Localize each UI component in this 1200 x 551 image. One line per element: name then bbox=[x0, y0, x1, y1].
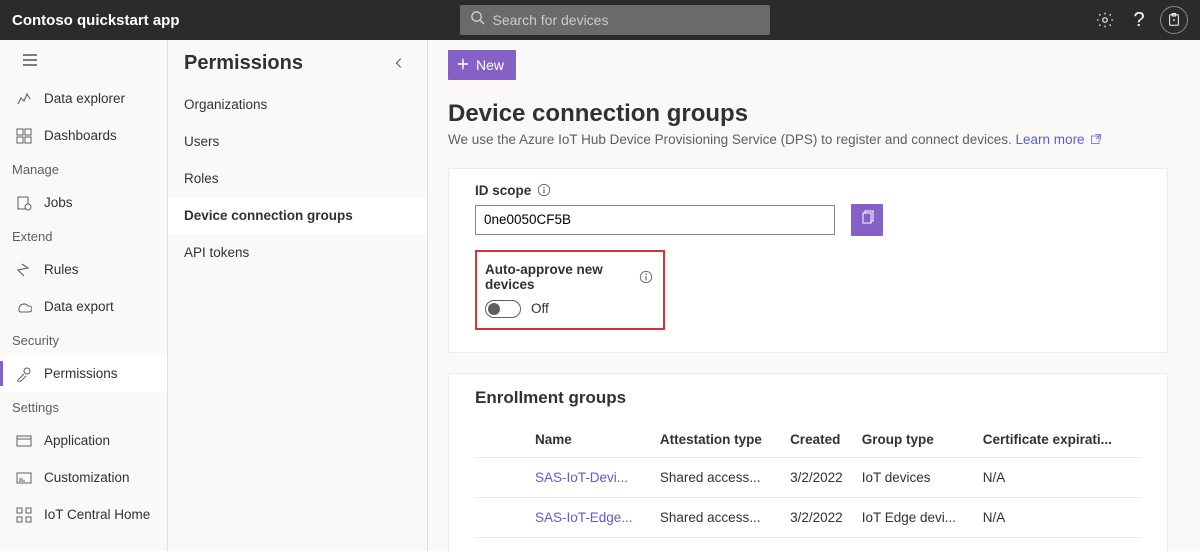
settings-card: ID scope Auto-approve new devices Off bbox=[448, 168, 1168, 353]
customization-icon bbox=[16, 470, 32, 486]
info-icon[interactable] bbox=[639, 270, 653, 284]
nav-label: Customization bbox=[44, 470, 130, 485]
home-icon bbox=[16, 507, 32, 523]
nav-section-manage: Manage bbox=[0, 154, 167, 184]
new-button[interactable]: New bbox=[448, 50, 516, 80]
row-created: 3/2/2022 bbox=[786, 497, 858, 537]
nav-dashboards[interactable]: Dashboards bbox=[0, 117, 167, 154]
row-group-type: IoT Edge devi... bbox=[858, 497, 979, 537]
row-name-link[interactable]: SAS-IoT-Devi... bbox=[531, 457, 656, 497]
col-group-type[interactable]: Group type bbox=[858, 422, 979, 458]
clipboard-icon[interactable] bbox=[1160, 6, 1188, 34]
nav-label: Data explorer bbox=[44, 91, 125, 106]
row-attestation: Shared access... bbox=[656, 497, 786, 537]
nav-rules[interactable]: Rules bbox=[0, 251, 167, 288]
settings-gear-icon[interactable] bbox=[1088, 3, 1122, 37]
row-name-link[interactable]: SAS-IoT-Edge... bbox=[531, 497, 656, 537]
col-name[interactable]: Name bbox=[531, 422, 656, 458]
learn-more-link[interactable]: Learn more bbox=[1016, 132, 1103, 147]
table-row[interactable]: SAS-IoT-Devi... Shared access... 3/2/202… bbox=[475, 457, 1141, 497]
panel-item-users[interactable]: Users bbox=[168, 123, 427, 160]
left-nav: Data explorer Dashboards Manage Jobs Ext… bbox=[0, 40, 168, 551]
nav-label: Permissions bbox=[44, 366, 118, 381]
app-title: Contoso quickstart app bbox=[12, 12, 180, 29]
auto-approve-highlight: Auto-approve new devices Off bbox=[475, 250, 665, 330]
col-cert[interactable]: Certificate expirati... bbox=[979, 422, 1141, 458]
auto-approve-toggle[interactable] bbox=[485, 300, 521, 318]
panel-item-api-tokens[interactable]: API tokens bbox=[168, 234, 427, 271]
nav-label: Application bbox=[44, 433, 110, 448]
panel-item-device-connection-groups[interactable]: Device connection groups bbox=[168, 197, 427, 234]
nav-permissions[interactable]: Permissions bbox=[0, 355, 167, 392]
hamburger-icon[interactable] bbox=[0, 40, 167, 80]
top-bar: Contoso quickstart app ? bbox=[0, 0, 1200, 40]
help-icon[interactable]: ? bbox=[1122, 3, 1156, 37]
nav-section-extend: Extend bbox=[0, 221, 167, 251]
enrollment-card: Enrollment groups Name Attestation type … bbox=[448, 373, 1168, 551]
nav-data-export[interactable]: Data export bbox=[0, 288, 167, 325]
nav-label: Data export bbox=[44, 299, 114, 314]
external-link-icon bbox=[1090, 133, 1102, 148]
export-icon bbox=[16, 299, 32, 315]
row-group-type: IoT devices bbox=[858, 457, 979, 497]
panel-item-organizations[interactable]: Organizations bbox=[168, 86, 427, 123]
col-created[interactable]: Created bbox=[786, 422, 858, 458]
panel-title: Permissions bbox=[184, 52, 303, 75]
enrollment-table: Name Attestation type Created Group type… bbox=[475, 422, 1141, 538]
search-box[interactable] bbox=[460, 5, 770, 35]
col-attestation[interactable]: Attestation type bbox=[656, 422, 786, 458]
page-title: Device connection groups bbox=[448, 100, 1168, 128]
row-cert: N/A bbox=[979, 497, 1141, 537]
rules-icon bbox=[16, 262, 32, 278]
nav-customization[interactable]: Customization bbox=[0, 459, 167, 496]
nav-label: IoT Central Home bbox=[44, 507, 150, 522]
jobs-icon bbox=[16, 195, 32, 211]
nav-label: Dashboards bbox=[44, 128, 117, 143]
application-icon bbox=[16, 433, 32, 449]
search-icon bbox=[470, 10, 485, 30]
panel-item-roles[interactable]: Roles bbox=[168, 160, 427, 197]
table-row[interactable]: SAS-IoT-Edge... Shared access... 3/2/202… bbox=[475, 497, 1141, 537]
id-scope-input[interactable] bbox=[475, 205, 835, 235]
data-explorer-icon bbox=[16, 91, 32, 107]
nav-section-settings: Settings bbox=[0, 392, 167, 422]
nav-application[interactable]: Application bbox=[0, 422, 167, 459]
search-input[interactable] bbox=[493, 12, 760, 28]
collapse-chevron-icon[interactable] bbox=[387, 51, 411, 75]
auto-approve-label: Auto-approve new devices bbox=[485, 262, 653, 292]
nav-label: Rules bbox=[44, 262, 79, 277]
nav-label: Jobs bbox=[44, 195, 73, 210]
nav-section-security: Security bbox=[0, 325, 167, 355]
info-icon[interactable] bbox=[537, 183, 551, 197]
plus-icon bbox=[456, 57, 470, 74]
nav-data-explorer[interactable]: Data explorer bbox=[0, 80, 167, 117]
page-subtitle: We use the Azure IoT Hub Device Provisio… bbox=[448, 132, 1168, 148]
row-attestation: Shared access... bbox=[656, 457, 786, 497]
nav-iot-central-home[interactable]: IoT Central Home bbox=[0, 496, 167, 533]
dashboards-icon bbox=[16, 128, 32, 144]
permissions-icon bbox=[16, 366, 32, 382]
copy-button[interactable] bbox=[851, 204, 883, 236]
row-cert: N/A bbox=[979, 457, 1141, 497]
copy-icon bbox=[859, 209, 875, 230]
enrollment-title: Enrollment groups bbox=[475, 388, 1141, 408]
permissions-panel: Permissions Organizations Users Roles De… bbox=[168, 40, 428, 551]
toggle-state-label: Off bbox=[531, 301, 549, 316]
nav-jobs[interactable]: Jobs bbox=[0, 184, 167, 221]
content-area: New Device connection groups We use the … bbox=[428, 40, 1200, 551]
id-scope-label: ID scope bbox=[475, 183, 1141, 198]
row-created: 3/2/2022 bbox=[786, 457, 858, 497]
